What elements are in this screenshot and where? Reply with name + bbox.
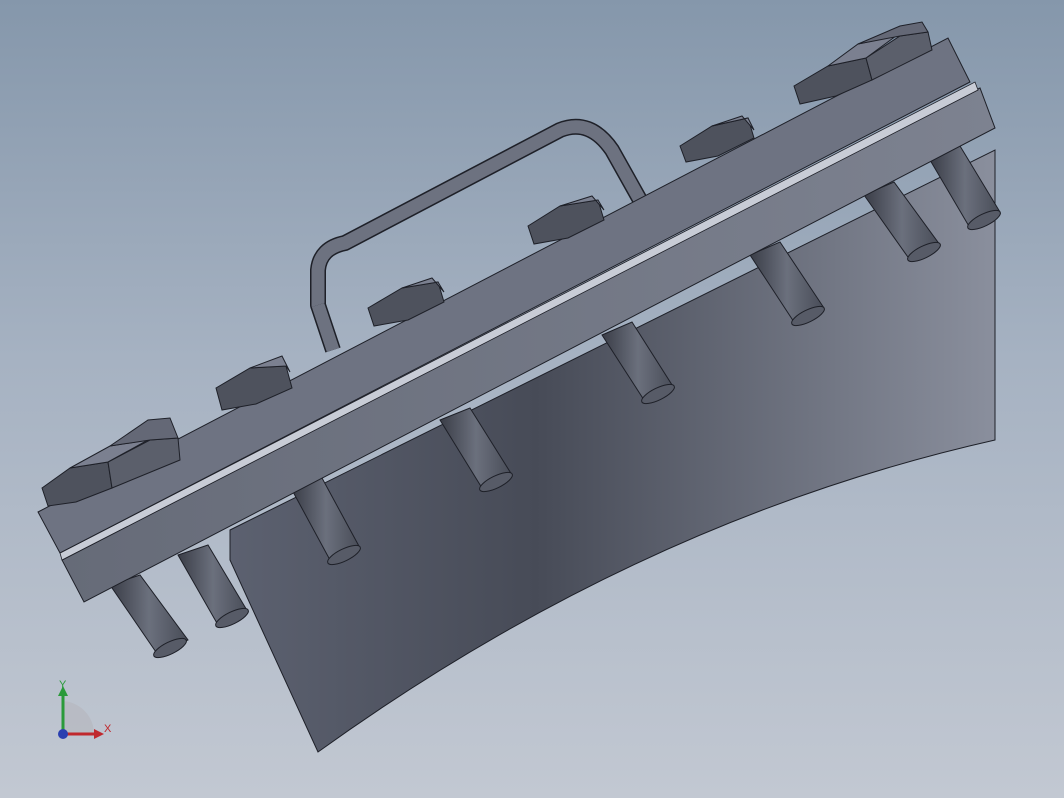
z-axis-dot-icon <box>58 729 68 739</box>
x-axis-arrow-icon <box>94 729 104 739</box>
graphics-viewport[interactable]: Y X <box>0 0 1064 798</box>
x-axis-label: X <box>104 723 112 735</box>
flange-assembly-model[interactable] <box>0 0 1064 798</box>
reference-triad: Y X <box>48 676 118 746</box>
y-axis-label: Y <box>59 679 67 691</box>
